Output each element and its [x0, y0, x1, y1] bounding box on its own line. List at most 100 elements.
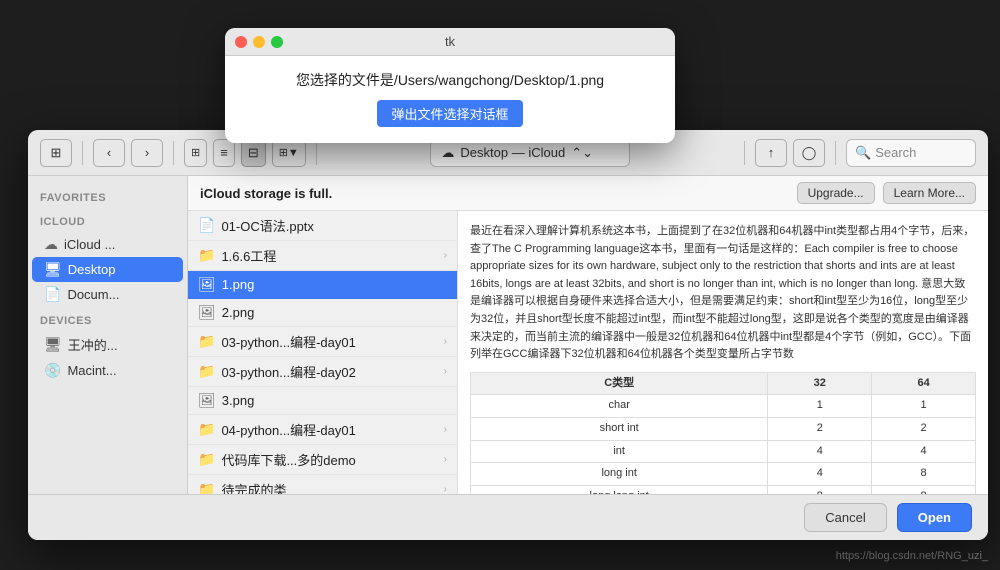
file-list-area: iCloud storage is full. Upgrade... Learn… — [188, 176, 988, 494]
icloud-banner: iCloud storage is full. Upgrade... Learn… — [188, 176, 988, 211]
table-cell: int — [471, 440, 768, 463]
tk-window-title: tk — [445, 34, 455, 49]
popup-badge: 弹出文件选择对话框 — [377, 100, 522, 127]
file-icon: 🖼 — [198, 276, 216, 293]
file-item[interactable]: 📁03-python...编程-day02› — [188, 357, 457, 387]
file-name: 代码库下载...多的demo — [221, 450, 431, 469]
file-name: 1.png — [222, 277, 441, 292]
sidebar: Favorites iCloud ☁ iCloud ... 🖥 Desktop … — [28, 176, 188, 494]
toolbar-separator-4 — [744, 141, 745, 165]
file-column: 📄01-OC语法.pptx📁1.6.6工程›🖼1.png🖼2.png📁03-py… — [188, 211, 458, 494]
file-path-label: 您选择的文件是/Users/wangchong/Desktop/1.png — [245, 70, 655, 90]
tk-body: 您选择的文件是/Users/wangchong/Desktop/1.png 弹出… — [225, 56, 675, 143]
table-cell: 4 — [768, 440, 872, 463]
sidebar-section-favorites: Favorites — [28, 184, 187, 208]
sidebar-item-documents[interactable]: 📄 Docum... — [32, 282, 183, 307]
forward-button[interactable]: › — [131, 139, 163, 167]
table-cell: 4 — [768, 463, 872, 486]
upgrade-button[interactable]: Upgrade... — [797, 182, 875, 204]
toolbar-separator-5 — [835, 141, 836, 165]
file-icon: 🖼 — [198, 392, 216, 409]
file-name: 01-OC语法.pptx — [221, 216, 441, 235]
file-arrow-icon: › — [444, 336, 447, 347]
table-cell: 8 — [768, 485, 872, 494]
file-item[interactable]: 📁 代码库下载...多的demo › — [188, 445, 457, 475]
file-arrow-icon: › — [444, 424, 447, 435]
file-arrow-icon: › — [444, 484, 447, 494]
table-cell: 4 — [872, 440, 976, 463]
sidebar-item-mac1[interactable]: 🖥 王冲的... — [32, 331, 183, 358]
sidebar-item-label: 王冲的... — [68, 335, 118, 354]
learn-more-button[interactable]: Learn More... — [883, 182, 976, 204]
maximize-button[interactable] — [271, 36, 283, 48]
file-icon: 📁 — [198, 481, 215, 494]
share-button[interactable]: ↑ — [755, 139, 787, 167]
file-item[interactable]: 📄 01-OC语法.pptx — [188, 211, 457, 241]
file-item[interactable]: 📁 03-python...编程-day01 › — [188, 327, 457, 357]
watermark-text: https://blog.csdn.net/RNG_uzi_ — [836, 550, 988, 562]
file-item[interactable]: 🖼2.png — [188, 299, 457, 327]
view-icons-button[interactable]: ⊞ — [184, 139, 207, 167]
file-arrow-icon: › — [444, 250, 447, 261]
sidebar-item-icloud[interactable]: ☁ iCloud ... — [32, 232, 183, 257]
sidebar-section-icloud: iCloud — [28, 208, 187, 232]
file-item[interactable]: 🖼 3.png — [188, 387, 457, 415]
table-cell: 1 — [768, 395, 872, 418]
tk-titlebar: tk — [225, 28, 675, 56]
file-item[interactable]: 🖼 1.png — [188, 271, 457, 299]
file-icon: 📁 — [198, 333, 215, 350]
watermark: https://blog.csdn.net/RNG_uzi_ — [836, 550, 988, 562]
sidebar-item-label: Desktop — [68, 262, 116, 277]
file-item[interactable]: 📁04-python...编程-day01› — [188, 415, 457, 445]
file-icon: 🖼 — [198, 304, 216, 321]
sidebar-item-mac2[interactable]: 💿 Macint... — [32, 358, 183, 383]
search-box[interactable]: 🔍 Search — [846, 139, 976, 167]
cancel-button[interactable]: Cancel — [804, 503, 886, 532]
tag-button[interactable]: ◯ — [793, 139, 825, 167]
file-icon: 📁 — [198, 451, 215, 468]
sidebar-item-label: Macint... — [67, 363, 116, 378]
sidebar-toggle-button[interactable]: ⊞ — [40, 139, 72, 167]
toolbar-separator — [82, 141, 83, 165]
preview-table: C类型 32 64 char11short int22int44long int… — [470, 372, 976, 494]
table-cell: 8 — [872, 485, 976, 494]
file-name: 3.png — [222, 393, 441, 408]
documents-icon: 📄 — [44, 286, 61, 303]
open-button[interactable]: Open — [897, 503, 972, 532]
toolbar-separator-3 — [316, 141, 317, 165]
toolbar-separator-2 — [173, 141, 174, 165]
icloud-banner-text: iCloud storage is full. — [200, 186, 332, 201]
sidebar-item-desktop[interactable]: 🖥 Desktop — [32, 257, 183, 282]
table-cell: 8 — [872, 463, 976, 486]
preview-text: 最近在看深入理解计算机系统这本书，上面提到了在32位机器和64机器中int类型都… — [470, 225, 974, 360]
file-name: 04-python...编程-day01 — [221, 420, 431, 439]
disk-icon: 💿 — [44, 362, 61, 379]
chevron-icon: ⌃⌄ — [571, 145, 593, 161]
file-dialog: ⊞ ‹ › ⊞ ≡ ⊟ ⊞▼ ☁ Desktop — iCloud ⌃⌄ ↑ ◯… — [28, 130, 988, 540]
minimize-button[interactable] — [253, 36, 265, 48]
file-list: 📄01-OC语法.pptx📁1.6.6工程›🖼1.png🖼2.png📁03-py… — [188, 211, 988, 494]
sidebar-item-label: Docum... — [67, 287, 119, 302]
table-cell: long long int — [471, 485, 768, 494]
table-header-type: C类型 — [471, 372, 768, 395]
file-arrow-icon: › — [444, 454, 447, 465]
cloud-icon: ☁ — [44, 236, 58, 253]
file-item[interactable]: 📁1.6.6工程› — [188, 241, 457, 271]
search-placeholder: Search — [875, 145, 916, 160]
file-item[interactable]: 📁 待完成的类 › — [188, 475, 457, 494]
icloud-actions: Upgrade... Learn More... — [797, 182, 976, 204]
file-name: 待完成的类 — [221, 480, 431, 494]
file-icon: 📄 — [198, 217, 215, 234]
close-button[interactable] — [235, 36, 247, 48]
cloud-icon: ☁ — [441, 145, 454, 161]
dialog-body: Favorites iCloud ☁ iCloud ... 🖥 Desktop … — [28, 176, 988, 494]
sidebar-item-label: iCloud ... — [64, 237, 115, 252]
search-icon: 🔍 — [855, 145, 871, 161]
tk-popup-window: tk 您选择的文件是/Users/wangchong/Desktop/1.png… — [225, 28, 675, 143]
file-name: 03-python...编程-day01 — [221, 332, 431, 351]
table-cell: short int — [471, 417, 768, 440]
table-cell: 1 — [872, 395, 976, 418]
computer-icon: 🖥 — [44, 336, 62, 353]
back-button[interactable]: ‹ — [93, 139, 125, 167]
dialog-footer: Cancel Open — [28, 494, 988, 540]
